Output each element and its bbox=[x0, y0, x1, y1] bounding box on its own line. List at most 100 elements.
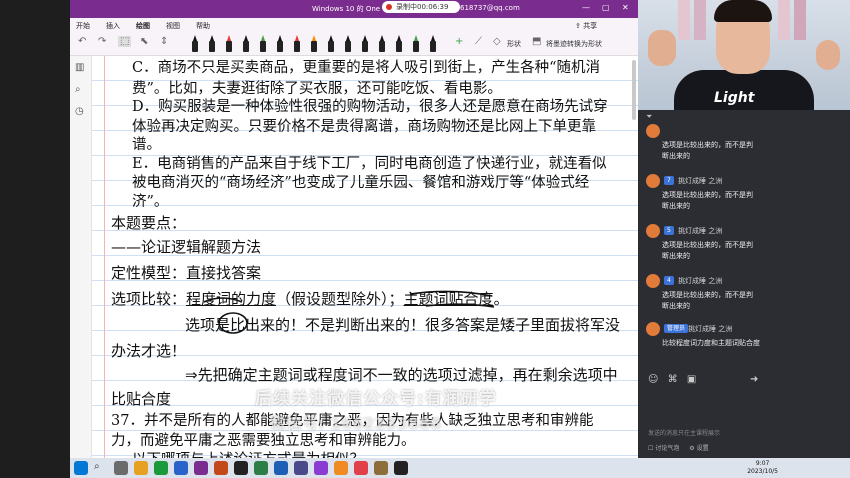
task-view-icon[interactable] bbox=[114, 461, 128, 475]
settings-icon[interactable]: ⚙ bbox=[689, 445, 694, 452]
pen-9[interactable] bbox=[326, 35, 336, 52]
app-icon[interactable] bbox=[254, 461, 268, 475]
app-icon[interactable] bbox=[394, 461, 408, 475]
bubble-icon[interactable]: ☐ bbox=[648, 445, 653, 452]
close-button[interactable]: ✕ bbox=[622, 3, 629, 12]
app-icon[interactable] bbox=[294, 461, 308, 475]
account-email: 618737@qq.com bbox=[460, 4, 520, 12]
pen-11[interactable] bbox=[360, 35, 370, 52]
pen-4[interactable] bbox=[241, 35, 251, 52]
user-avatar[interactable] bbox=[646, 224, 660, 238]
background-shelf bbox=[794, 0, 806, 40]
pen-13[interactable] bbox=[394, 35, 404, 52]
app-icon[interactable] bbox=[274, 461, 288, 475]
app-icon[interactable] bbox=[334, 461, 348, 475]
app-icon[interactable] bbox=[374, 461, 388, 475]
background-shelf bbox=[778, 0, 790, 40]
taskbar: ⌕ 9:07 2023/10/5 bbox=[70, 458, 850, 478]
chat-text: 选项是比较出来的，而不是判 bbox=[662, 241, 753, 249]
ink-circle bbox=[218, 312, 248, 334]
chat-tools: ☺ ⌘ ▣ bbox=[648, 374, 696, 385]
search-icon[interactable]: ⌕ bbox=[94, 461, 108, 475]
ink-to-shape-label[interactable]: 将墨迹转换为形状 bbox=[546, 39, 602, 49]
app-icon[interactable] bbox=[314, 461, 328, 475]
bubble-label[interactable]: 讨论气泡 bbox=[655, 445, 679, 452]
tab-help[interactable]: 帮助 bbox=[196, 21, 210, 31]
user-avatar[interactable] bbox=[646, 274, 660, 288]
chat-input-hint[interactable]: 发送的消息只在主课程展示 bbox=[648, 428, 720, 437]
emoji-icon[interactable]: ☺ bbox=[648, 374, 658, 385]
pen-body bbox=[209, 41, 215, 52]
ink-underline-topic bbox=[409, 290, 493, 297]
pen-2[interactable] bbox=[207, 35, 217, 52]
start-icon[interactable] bbox=[74, 461, 88, 475]
search-icon[interactable]: ⌕ bbox=[75, 84, 81, 95]
sticker-icon[interactable]: ⌘ bbox=[668, 374, 678, 385]
recording-time: 录制中00:06:39 bbox=[396, 3, 449, 11]
pen-15[interactable] bbox=[428, 35, 438, 52]
filter-icon[interactable]: ⏷ bbox=[646, 112, 652, 122]
app-icon[interactable] bbox=[234, 461, 248, 475]
chat-username[interactable]: 挑灯成睡 之洲 bbox=[678, 276, 722, 286]
draw-toolbar: ↶ ↷ ⬚ ⬉ ⇕ + ⟋ ◇ 形状 ⬒ 将墨迹转换为形状 bbox=[70, 32, 638, 56]
chat-username[interactable]: 挑灯成睡 之洲 bbox=[678, 226, 722, 236]
send-arrow-icon[interactable]: ➜ bbox=[750, 374, 758, 385]
recent-icon[interactable]: ◷ bbox=[75, 106, 84, 117]
chat-text: 断出来的 bbox=[662, 152, 690, 160]
app-icon[interactable] bbox=[174, 461, 188, 475]
maximize-button[interactable]: ▢ bbox=[602, 3, 610, 12]
explorer-icon[interactable] bbox=[134, 461, 148, 475]
chat-text: 选项是比较出来的，而不是判 bbox=[662, 141, 753, 149]
select-objects-icon[interactable]: ⬉ bbox=[140, 36, 148, 47]
pen-8[interactable] bbox=[309, 35, 319, 52]
lasso-select-icon[interactable]: ⬚ bbox=[118, 36, 132, 47]
shapes-label[interactable]: 形状 bbox=[507, 39, 521, 49]
ink-underline-topic-2 bbox=[425, 303, 495, 308]
teacher-hair bbox=[714, 0, 772, 22]
user-avatar[interactable] bbox=[646, 174, 660, 188]
pen-body bbox=[362, 41, 368, 52]
pen-14[interactable] bbox=[411, 35, 421, 52]
tab-home[interactable]: 开始 bbox=[76, 21, 90, 31]
chat-text: 断出来的 bbox=[662, 202, 690, 210]
pen-12[interactable] bbox=[377, 35, 387, 52]
chat-footer: ☐ 讨论气泡 ⚙ 设置 bbox=[648, 443, 709, 452]
shapes-icon[interactable]: ◇ bbox=[493, 36, 501, 47]
teacher-hand-left bbox=[648, 30, 676, 66]
image-icon[interactable]: ▣ bbox=[687, 374, 696, 385]
taskbar-clock[interactable]: 9:07 2023/10/5 bbox=[747, 460, 778, 476]
redo-button[interactable]: ↷ bbox=[98, 36, 106, 47]
pen-6[interactable] bbox=[275, 35, 285, 52]
window-title: Windows 10 的 One bbox=[312, 5, 381, 13]
onenote-taskbar-icon[interactable] bbox=[194, 461, 208, 475]
pen-5[interactable] bbox=[258, 35, 268, 52]
ink-to-shape-icon[interactable]: ⬒ bbox=[532, 36, 541, 47]
tab-view[interactable]: 视图 bbox=[166, 21, 180, 31]
pen-7[interactable] bbox=[292, 35, 302, 52]
clock-time: 9:07 bbox=[755, 460, 770, 467]
add-pen-icon[interactable]: + bbox=[455, 36, 463, 47]
user-avatar[interactable] bbox=[646, 322, 660, 336]
add-space-icon[interactable]: ⇕ bbox=[160, 36, 168, 47]
pen-3[interactable] bbox=[224, 35, 234, 52]
share-button[interactable]: ⇪ 共享 bbox=[575, 21, 597, 31]
undo-button[interactable]: ↶ bbox=[78, 36, 86, 47]
recording-indicator[interactable]: 录制中00:06:39 bbox=[382, 1, 460, 13]
watermark-line-2: 微信号: 1662233888 bbox=[270, 414, 442, 433]
level-badge: 7 bbox=[664, 176, 674, 185]
app-icon[interactable] bbox=[214, 461, 228, 475]
settings-label[interactable]: 设置 bbox=[697, 445, 709, 452]
tab-insert[interactable]: 插入 bbox=[106, 21, 120, 31]
ruler-icon[interactable]: ⟋ bbox=[475, 36, 482, 47]
app-icon[interactable] bbox=[354, 461, 368, 475]
pen-1[interactable] bbox=[190, 35, 200, 52]
chat-username[interactable]: 挑灯成睡 之洲 bbox=[678, 176, 722, 186]
app-icon[interactable] bbox=[154, 461, 168, 475]
user-avatar[interactable] bbox=[646, 124, 660, 138]
minimize-button[interactable]: — bbox=[582, 3, 590, 12]
pen-10[interactable] bbox=[343, 35, 353, 52]
screen: Windows 10 的 One 录制中00:06:39 618737@qq.c… bbox=[0, 0, 850, 478]
pen-body bbox=[379, 41, 385, 52]
notebooks-icon[interactable]: ▥ bbox=[75, 62, 84, 73]
chat-username[interactable]: 挑灯成睡 之洲 bbox=[688, 324, 732, 334]
